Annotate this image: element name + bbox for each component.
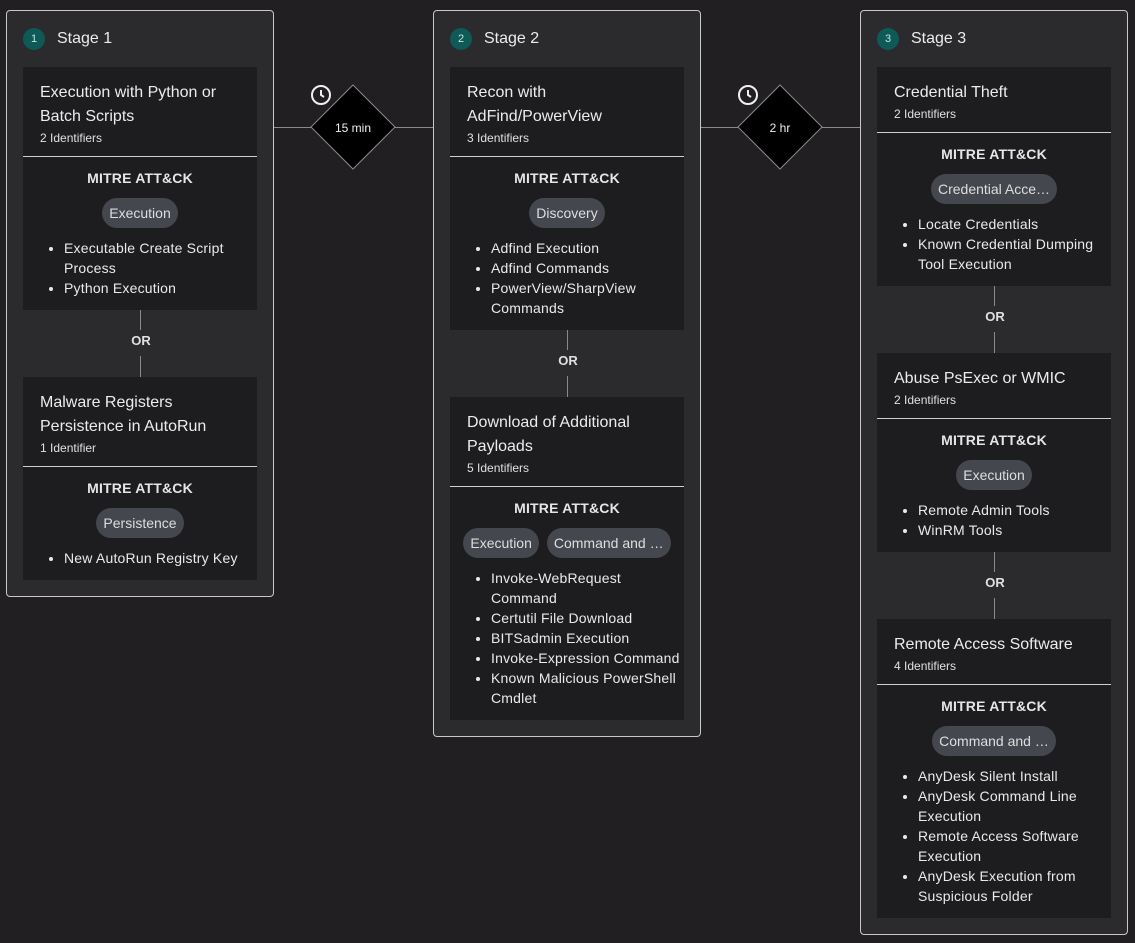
stage-title: Stage 2 (484, 30, 540, 47)
mitre-heading: MITRE ATT&CK (941, 432, 1047, 448)
stage-header: 2 Stage 2 (450, 27, 539, 51)
stage-1-panel: 1 Stage 1 Execution with Python or Batch… (6, 10, 274, 597)
behavior-card[interactable]: Download of Additional Payloads 5 Identi… (450, 397, 684, 720)
identifier-item: Known Malicious PowerShell Cmdlet (491, 668, 682, 708)
identifier-item: Remote Admin Tools (918, 500, 1105, 520)
or-connector-line (994, 286, 995, 306)
tactic-pill[interactable]: Command and … (932, 726, 1056, 756)
behavior-card[interactable]: Remote Access Software 4 Identifiers MIT… (877, 619, 1111, 918)
or-connector-line (140, 310, 141, 330)
identifier-count: 2 Identifiers (894, 107, 957, 121)
stage-number-badge: 3 (877, 28, 899, 50)
tactic-pill[interactable]: Credential Acce… (930, 174, 1058, 204)
tactic-pill[interactable]: Persistence (96, 508, 184, 538)
identifier-item: AnyDesk Command Line Execution (918, 786, 1105, 826)
identifier-item: WinRM Tools (918, 520, 1105, 540)
identifier-item: AnyDesk Execution from Suspicious Folder (918, 866, 1105, 906)
identifier-item: BITSadmin Execution (491, 628, 682, 648)
stage-title: Stage 3 (911, 30, 967, 47)
stage-header: 1 Stage 1 (23, 27, 112, 51)
or-connector-line (567, 376, 568, 397)
stage-2-panel: 2 Stage 2 Recon with AdFind/PowerView 3 … (433, 10, 701, 737)
identifier-list: Invoke-WebRequest Command Certutil File … (450, 568, 684, 708)
stage-title: Stage 1 (57, 30, 113, 47)
mitre-heading: MITRE ATT&CK (514, 170, 620, 186)
stage-number-badge: 1 (23, 28, 45, 50)
tactic-pill[interactable]: Execution (102, 198, 178, 228)
or-connector-line (994, 332, 995, 353)
tactic-pill[interactable]: Execution (956, 460, 1032, 490)
stage-number-badge: 2 (450, 28, 472, 50)
behavior-card[interactable]: Abuse PsExec or WMIC 2 Identifiers MITRE… (877, 353, 1111, 552)
or-label: OR (558, 353, 578, 368)
identifier-count: 2 Identifiers (894, 393, 957, 407)
tactic-pill[interactable]: Discovery (529, 198, 605, 228)
identifier-count: 3 Identifiers (467, 131, 530, 145)
tactic-pill[interactable]: Command and … (546, 528, 671, 558)
identifier-count: 1 Identifier (40, 441, 97, 455)
identifier-list: Adfind Execution Adfind Commands PowerVi… (450, 238, 684, 318)
identifier-count: 5 Identifiers (467, 461, 530, 475)
behavior-card[interactable]: Credential Theft 2 Identifiers MITRE ATT… (877, 67, 1111, 286)
clock-icon (738, 85, 758, 105)
identifier-item: Python Execution (64, 278, 251, 298)
card-title: Credential Theft (894, 84, 1008, 101)
identifier-item: Invoke-WebRequest Command (491, 568, 682, 608)
identifier-list: Locate Credentials Known Credential Dump… (877, 214, 1111, 274)
identifier-item: New AutoRun Registry Key (64, 548, 251, 568)
card-title: Recon with AdFind/PowerView (467, 84, 602, 125)
mitre-heading: MITRE ATT&CK (941, 146, 1047, 162)
stage-3-panel: 3 Stage 3 Credential Theft 2 Identifiers… (860, 10, 1128, 935)
card-title: Malware Registers Persistence in AutoRun (40, 394, 207, 435)
card-title: Abuse PsExec or WMIC (894, 370, 1066, 387)
behavior-card[interactable]: Execution with Python or Batch Scripts 2… (23, 67, 257, 310)
or-connector-line (994, 552, 995, 572)
or-connector-line (994, 598, 995, 619)
clock-icon (311, 85, 331, 105)
stage-header: 3 Stage 3 (877, 27, 966, 51)
identifier-item: Known Credential Dumping Tool Execution (918, 234, 1105, 274)
identifier-item: Executable Create Script Process (64, 238, 251, 278)
identifier-item: AnyDesk Silent Install (918, 766, 1105, 786)
or-connector-line (567, 330, 568, 350)
or-label: OR (985, 575, 1005, 590)
identifier-list: Executable Create Script Process Python … (23, 238, 257, 298)
time-gap-connector: 15 min (310, 84, 396, 170)
identifier-item: Locate Credentials (918, 214, 1105, 234)
identifier-count: 2 Identifiers (40, 131, 103, 145)
identifier-item: Invoke-Expression Command (491, 648, 682, 668)
mitre-heading: MITRE ATT&CK (514, 500, 620, 516)
or-label: OR (131, 333, 151, 348)
or-label: OR (985, 309, 1005, 324)
card-title: Download of Additional Payloads (467, 414, 630, 455)
identifier-list: Remote Admin Tools WinRM Tools (877, 500, 1111, 540)
mitre-heading: MITRE ATT&CK (87, 480, 193, 496)
identifier-list: New AutoRun Registry Key (23, 548, 257, 568)
time-gap-label: 2 hr (769, 121, 791, 135)
identifier-item: Remote Access Software Execution (918, 826, 1105, 866)
tactic-pill[interactable]: Execution (463, 528, 539, 558)
identifier-list: AnyDesk Silent Install AnyDesk Command L… (877, 766, 1111, 906)
identifier-item: Adfind Commands (491, 258, 678, 278)
identifier-item: Certutil File Download (491, 608, 682, 628)
mitre-heading: MITRE ATT&CK (941, 698, 1047, 714)
card-title: Remote Access Software (894, 636, 1073, 653)
mitre-heading: MITRE ATT&CK (87, 170, 193, 186)
or-connector-line (140, 356, 141, 377)
behavior-card[interactable]: Recon with AdFind/PowerView 3 Identifier… (450, 67, 684, 330)
card-title: Execution with Python or Batch Scripts (40, 84, 217, 125)
identifier-item: Adfind Execution (491, 238, 678, 258)
identifier-count: 4 Identifiers (894, 659, 957, 673)
identifier-item: PowerView/SharpView Commands (491, 278, 678, 318)
behavior-card[interactable]: Malware Registers Persistence in AutoRun… (23, 377, 257, 580)
time-gap-connector: 2 hr (737, 84, 823, 170)
time-gap-label: 15 min (334, 121, 372, 135)
